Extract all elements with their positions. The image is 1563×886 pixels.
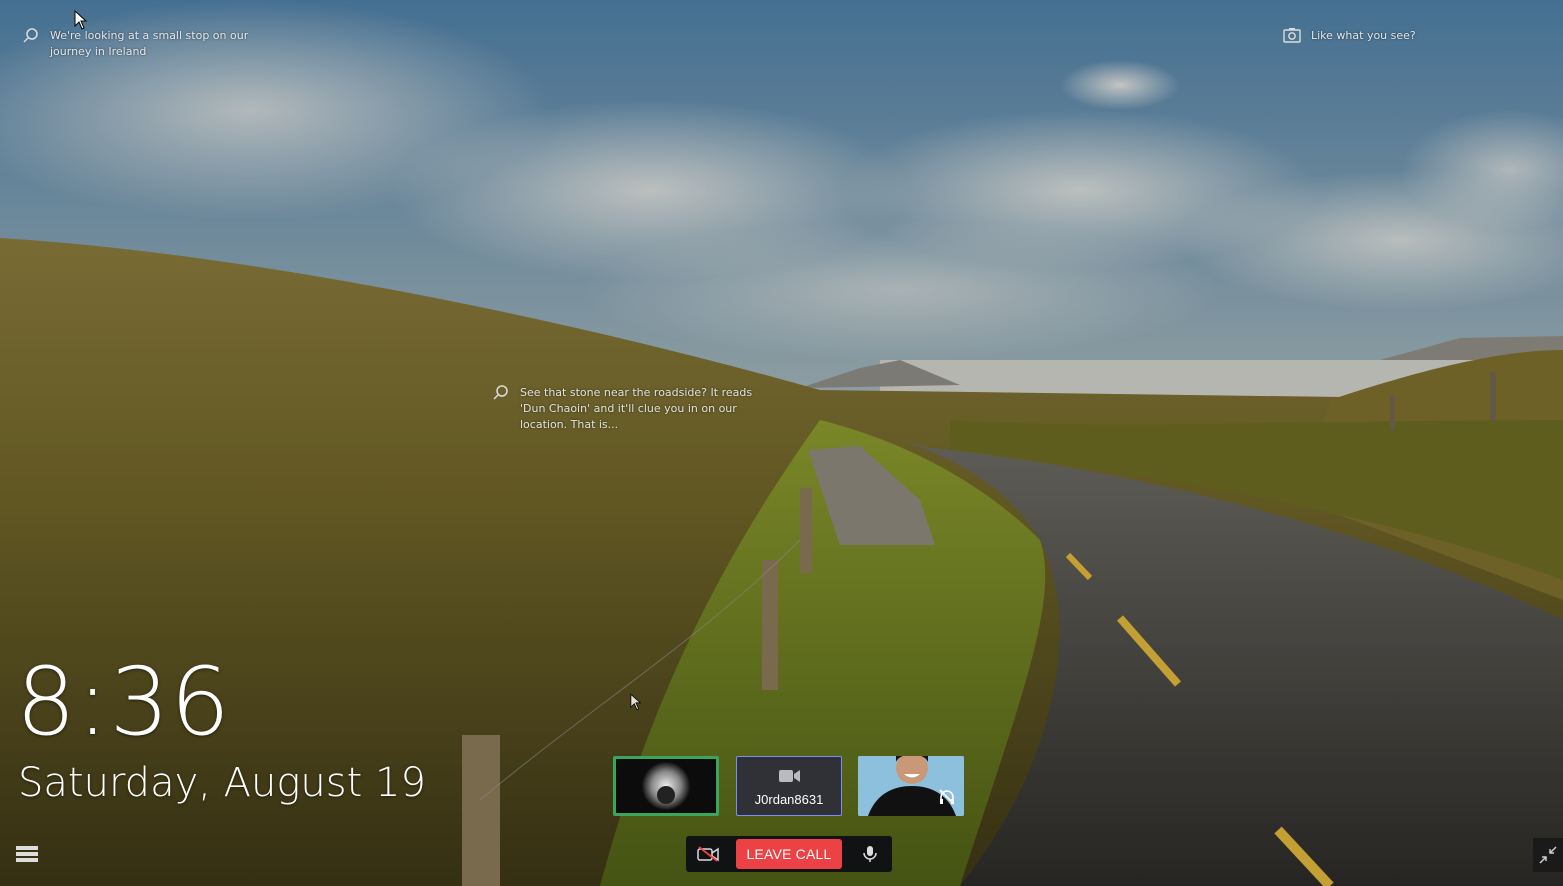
spotlight-text: We're looking at a small stop on our jou… <box>50 29 249 58</box>
leave-call-button[interactable]: LEAVE CALL <box>736 839 842 869</box>
participant-name: J0rdan8631 <box>754 792 824 807</box>
search-icon <box>22 26 40 44</box>
video-camera-icon <box>779 770 800 782</box>
menu-button[interactable] <box>10 840 44 868</box>
camera-off-icon <box>697 846 719 862</box>
participant-tile-video[interactable] <box>858 756 964 816</box>
spotlight-like-prompt[interactable]: Like what you see? <box>1283 28 1483 44</box>
participant-video-feed <box>858 756 964 816</box>
toggle-microphone-button[interactable] <box>856 842 884 866</box>
participant-tile-camera-off[interactable]: J0rdan8631 <box>736 756 842 816</box>
spotlight-hint-top-left[interactable]: We're looking at a small stop on our jou… <box>22 28 272 60</box>
search-icon <box>492 383 510 401</box>
microphone-icon <box>863 846 877 862</box>
lockscreen-date: Saturday, August 19 <box>18 760 426 806</box>
spotlight-text: See that stone near the roadside? It rea… <box>520 386 753 431</box>
mouse-cursor-icon <box>630 693 642 711</box>
avatar-image <box>642 762 690 810</box>
toggle-camera-button[interactable] <box>694 842 722 866</box>
spotlight-hint-stone[interactable]: See that stone near the roadside? It rea… <box>492 385 762 433</box>
camera-icon <box>1283 26 1301 44</box>
wallpaper-dim-overlay <box>0 0 1563 886</box>
lockscreen-time: 8:36 <box>16 648 232 757</box>
deafened-icon <box>938 788 956 806</box>
call-controls-bar: LEAVE CALL <box>686 836 892 872</box>
spotlight-text: Like what you see? <box>1311 29 1416 42</box>
exit-fullscreen-button[interactable] <box>1533 838 1563 872</box>
participant-tile-speaking[interactable] <box>613 756 719 816</box>
mouse-cursor-icon <box>74 10 88 30</box>
hamburger-menu-icon <box>16 846 38 862</box>
collapse-arrows-icon <box>1539 846 1557 864</box>
